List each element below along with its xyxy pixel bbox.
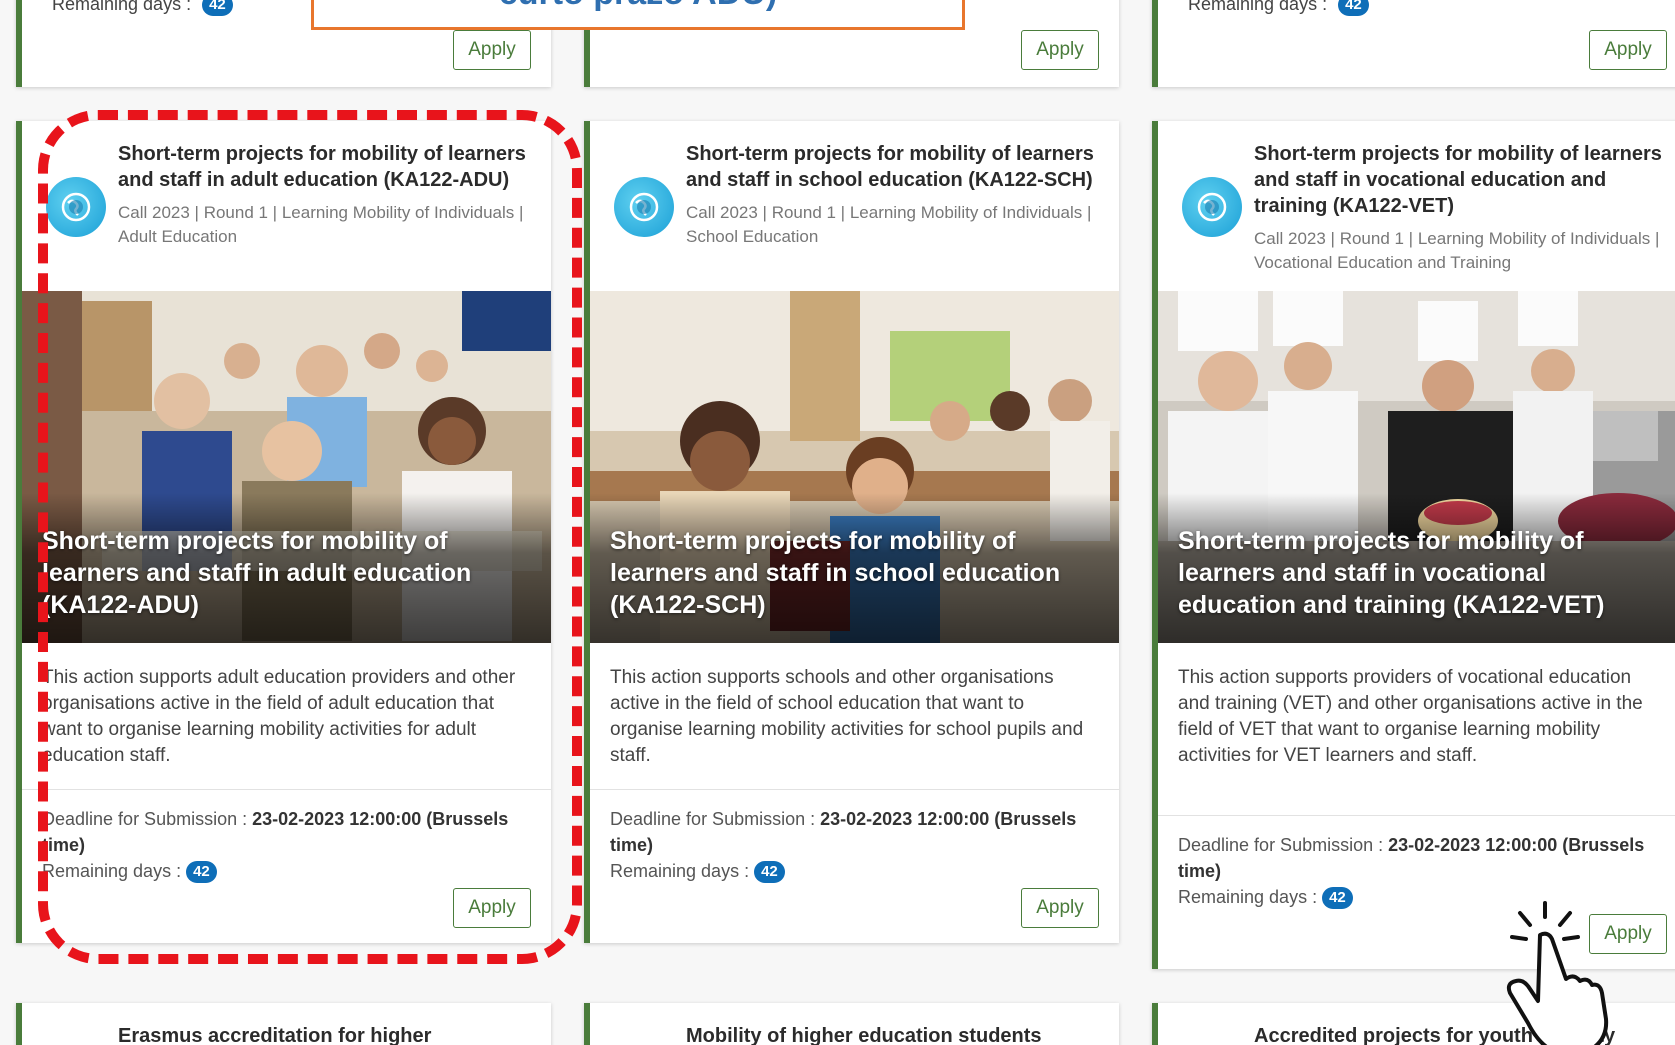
- hero-image: Short-term projects for mobility of lear…: [1158, 291, 1675, 643]
- card-description: This action supports providers of vocati…: [1178, 667, 1643, 766]
- card-title[interactable]: Mobility of higher education students: [686, 1025, 1042, 1045]
- remaining-days-badge: 42: [202, 0, 233, 17]
- card-title[interactable]: Erasmus accreditation for higher: [118, 1025, 431, 1045]
- card-header: Short-term projects for mobility of lear…: [590, 121, 1119, 291]
- deadline-label: Deadline for Submission :: [610, 809, 816, 829]
- call-card-ka122-adu: Short-term projects for mobility of lear…: [16, 121, 551, 943]
- deadline-block: Deadline for Submission : 23-02-2023 12:…: [22, 790, 551, 884]
- deadline-block: Deadline for Submission : 23-02-2023 12:…: [1158, 816, 1675, 910]
- hero-image: Short-term projects for mobility of lear…: [22, 291, 551, 643]
- call-card-ka122-vet: Short-term projects for mobility of lear…: [1152, 121, 1675, 969]
- apply-button[interactable]: Apply: [453, 888, 531, 928]
- hero-title: Short-term projects for mobility of lear…: [42, 527, 472, 619]
- card-title[interactable]: Short-term projects for mobility of lear…: [686, 141, 1099, 193]
- apply-button[interactable]: Apply: [1589, 914, 1667, 954]
- globe-icon: [1182, 177, 1242, 237]
- card-description: This action supports adult education pro…: [42, 667, 516, 766]
- globe-icon: [46, 177, 106, 237]
- remaining-days-badge: 42: [754, 861, 785, 884]
- bottom-card-1: Erasmus accreditation for higher: [16, 1003, 551, 1045]
- remaining-days-label: Remaining days :: [42, 861, 182, 881]
- deadline-label: Deadline for Submission :: [1178, 835, 1384, 855]
- globe-icon: [614, 177, 674, 237]
- card-meta: Call 2023 | Round 1 | Learning Mobility …: [118, 203, 524, 246]
- call-card-ka122-sch: Short-term projects for mobility of lear…: [584, 121, 1119, 943]
- apply-button[interactable]: Apply: [1021, 30, 1099, 70]
- remaining-days-label: Remaining days :: [610, 861, 750, 881]
- remaining-days: Remaining days : 42: [1188, 0, 1369, 17]
- hero-title: Short-term projects for mobility of lear…: [1178, 527, 1605, 619]
- remaining-days-label: Remaining days :: [1178, 887, 1318, 907]
- card-title[interactable]: Short-term projects for mobility of lear…: [118, 141, 531, 193]
- apply-button[interactable]: Apply: [453, 30, 531, 70]
- top-card-3: Remaining days : 42 Apply: [1152, 0, 1675, 87]
- apply-button[interactable]: Apply: [1021, 888, 1099, 928]
- card-meta: Call 2023 | Round 1 | Learning Mobility …: [686, 203, 1092, 246]
- deadline-label: Deadline for Submission :: [42, 809, 248, 829]
- remaining-days-badge: 42: [1338, 0, 1369, 17]
- callout-text: curto prazo ADU): [314, 0, 962, 13]
- bottom-card-3: Accredited projects for youth mobility: [1152, 1003, 1675, 1045]
- bottom-card-2: Mobility of higher education students: [584, 1003, 1119, 1045]
- remaining-days-badge: 42: [1322, 887, 1353, 910]
- remaining-days-label: Remaining days :: [1188, 0, 1328, 14]
- hero-title: Short-term projects for mobility of lear…: [610, 527, 1061, 619]
- remaining-days-label: Remaining days :: [52, 0, 192, 14]
- deadline-block: Deadline for Submission : 23-02-2023 12:…: [590, 790, 1119, 884]
- annotation-callout: curto prazo ADU): [311, 0, 965, 30]
- remaining-days: Remaining days : 42: [52, 0, 233, 17]
- card-title[interactable]: Accredited projects for youth mobility: [1254, 1025, 1615, 1045]
- remaining-days-badge: 42: [186, 861, 217, 884]
- card-title[interactable]: Short-term projects for mobility of lear…: [1254, 141, 1667, 219]
- card-meta: Call 2023 | Round 1 | Learning Mobility …: [1254, 229, 1660, 272]
- hero-image: Short-term projects for mobility of lear…: [590, 291, 1119, 643]
- card-description: This action supports schools and other o…: [610, 667, 1084, 766]
- card-header: Short-term projects for mobility of lear…: [22, 121, 551, 291]
- card-header: Short-term projects for mobility of lear…: [1158, 121, 1675, 291]
- apply-button[interactable]: Apply: [1589, 30, 1667, 70]
